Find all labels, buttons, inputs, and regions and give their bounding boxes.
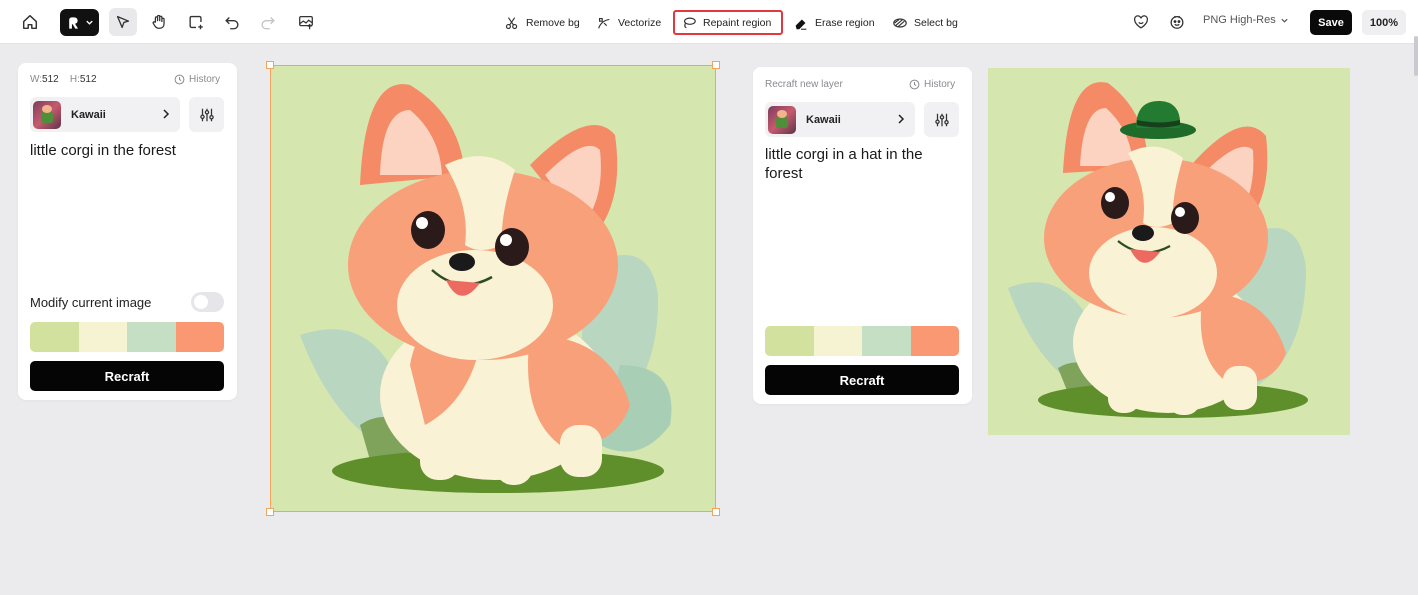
style-thumbnail — [33, 100, 61, 129]
background-select-icon — [893, 17, 907, 28]
select-tool-icon[interactable] — [109, 8, 137, 36]
modify-current-image-toggle[interactable] — [191, 292, 224, 312]
palette-swatch-coral[interactable] — [910, 326, 959, 356]
history-button[interactable]: History — [909, 79, 955, 90]
resize-handle-bottom-right[interactable] — [712, 508, 720, 516]
style-selector[interactable]: Kawaii — [765, 102, 915, 137]
repaint-region-tool[interactable]: Repaint region — [673, 10, 783, 35]
palette-swatch-mint[interactable] — [862, 326, 911, 356]
remove-bg-label: Remove bg — [526, 16, 580, 29]
export-format-label: PNG High-Res — [1203, 14, 1276, 26]
add-frame-icon[interactable] — [182, 8, 210, 36]
redo-icon[interactable] — [254, 8, 282, 36]
prompt-text[interactable]: little corgi in a hat in the forest — [765, 145, 960, 183]
chevron-right-icon — [898, 114, 905, 124]
prompt-text[interactable]: little corgi in the forest — [30, 141, 225, 160]
palette-swatch-coral[interactable] — [175, 322, 224, 352]
panel-title: Recraft new layer — [765, 79, 843, 90]
face-emoji-icon[interactable] — [1163, 8, 1191, 36]
resize-handle-bottom-left[interactable] — [266, 508, 274, 516]
style-selector[interactable]: Kawaii — [30, 97, 180, 132]
vector-pen-icon — [598, 17, 610, 29]
generation-settings-panel: W:512 H:512 History Kawaii little corgi … — [18, 63, 237, 400]
style-thumbnail — [768, 105, 796, 134]
modify-current-image-label: Modify current image — [30, 295, 152, 310]
logo-menu-button[interactable] — [60, 9, 99, 36]
resize-handle-top-right[interactable] — [712, 61, 720, 69]
result-image-corgi-hat[interactable] — [988, 68, 1350, 435]
recraft-button[interactable]: Recraft — [765, 365, 959, 395]
history-button[interactable]: History — [174, 74, 220, 85]
undo-icon[interactable] — [218, 8, 246, 36]
clock-icon — [174, 74, 185, 85]
sliders-icon — [199, 108, 214, 121]
eraser-icon — [795, 18, 807, 30]
top-toolbar: Remove bg Vectorize Repaint region Erase… — [0, 0, 1418, 44]
zoom-level-button[interactable]: 100% — [1362, 10, 1406, 35]
export-format-dropdown[interactable]: PNG High-Res — [1203, 14, 1289, 26]
history-label: History — [924, 79, 956, 90]
color-palette[interactable] — [30, 322, 224, 352]
palette-swatch-green[interactable] — [30, 322, 79, 352]
style-settings-button[interactable] — [924, 102, 959, 137]
lasso-icon — [683, 17, 696, 28]
palette-swatch-cream[interactable] — [78, 322, 127, 352]
style-name: Kawaii — [71, 108, 106, 121]
style-name: Kawaii — [806, 113, 841, 126]
palette-swatch-green[interactable] — [765, 326, 814, 356]
erase-region-tool[interactable]: Erase region — [787, 10, 881, 35]
home-icon[interactable] — [16, 8, 44, 36]
logo-icon — [68, 16, 78, 29]
vectorize-label: Vectorize — [618, 16, 662, 29]
scissors-icon — [505, 16, 518, 29]
select-bg-label: Select bg — [914, 16, 958, 29]
hand-tool-icon[interactable] — [145, 8, 173, 36]
erase-region-label: Erase region — [815, 16, 875, 29]
chevron-down-icon — [85, 20, 93, 25]
image-size-readout: W:512 H:512 — [30, 74, 97, 85]
style-settings-button[interactable] — [189, 97, 224, 132]
vertical-scrollbar[interactable] — [1414, 36, 1418, 76]
upload-image-icon[interactable] — [292, 8, 320, 36]
save-button[interactable]: Save — [1310, 10, 1352, 35]
recraft-button[interactable]: Recraft — [30, 361, 224, 391]
color-palette[interactable] — [765, 326, 959, 356]
resize-handle-top-left[interactable] — [266, 61, 274, 69]
sliders-icon — [934, 113, 949, 126]
palette-swatch-cream[interactable] — [813, 326, 862, 356]
select-bg-tool[interactable]: Select bg — [886, 10, 964, 35]
new-layer-panel: Recraft new layer History Kawaii little … — [753, 67, 972, 404]
favorite-style-icon[interactable] — [1127, 8, 1155, 36]
repaint-region-label: Repaint region — [703, 16, 772, 29]
corgi-illustration — [270, 65, 716, 512]
vectorize-tool[interactable]: Vectorize — [590, 10, 667, 35]
corgi-with-hat-illustration — [988, 68, 1350, 435]
clock-icon — [909, 79, 920, 90]
chevron-down-icon — [1281, 18, 1288, 23]
history-label: History — [189, 74, 221, 85]
chevron-right-icon — [163, 109, 170, 119]
palette-swatch-mint[interactable] — [127, 322, 176, 352]
canvas-image-corgi[interactable] — [270, 65, 716, 512]
remove-bg-tool[interactable]: Remove bg — [498, 10, 586, 35]
